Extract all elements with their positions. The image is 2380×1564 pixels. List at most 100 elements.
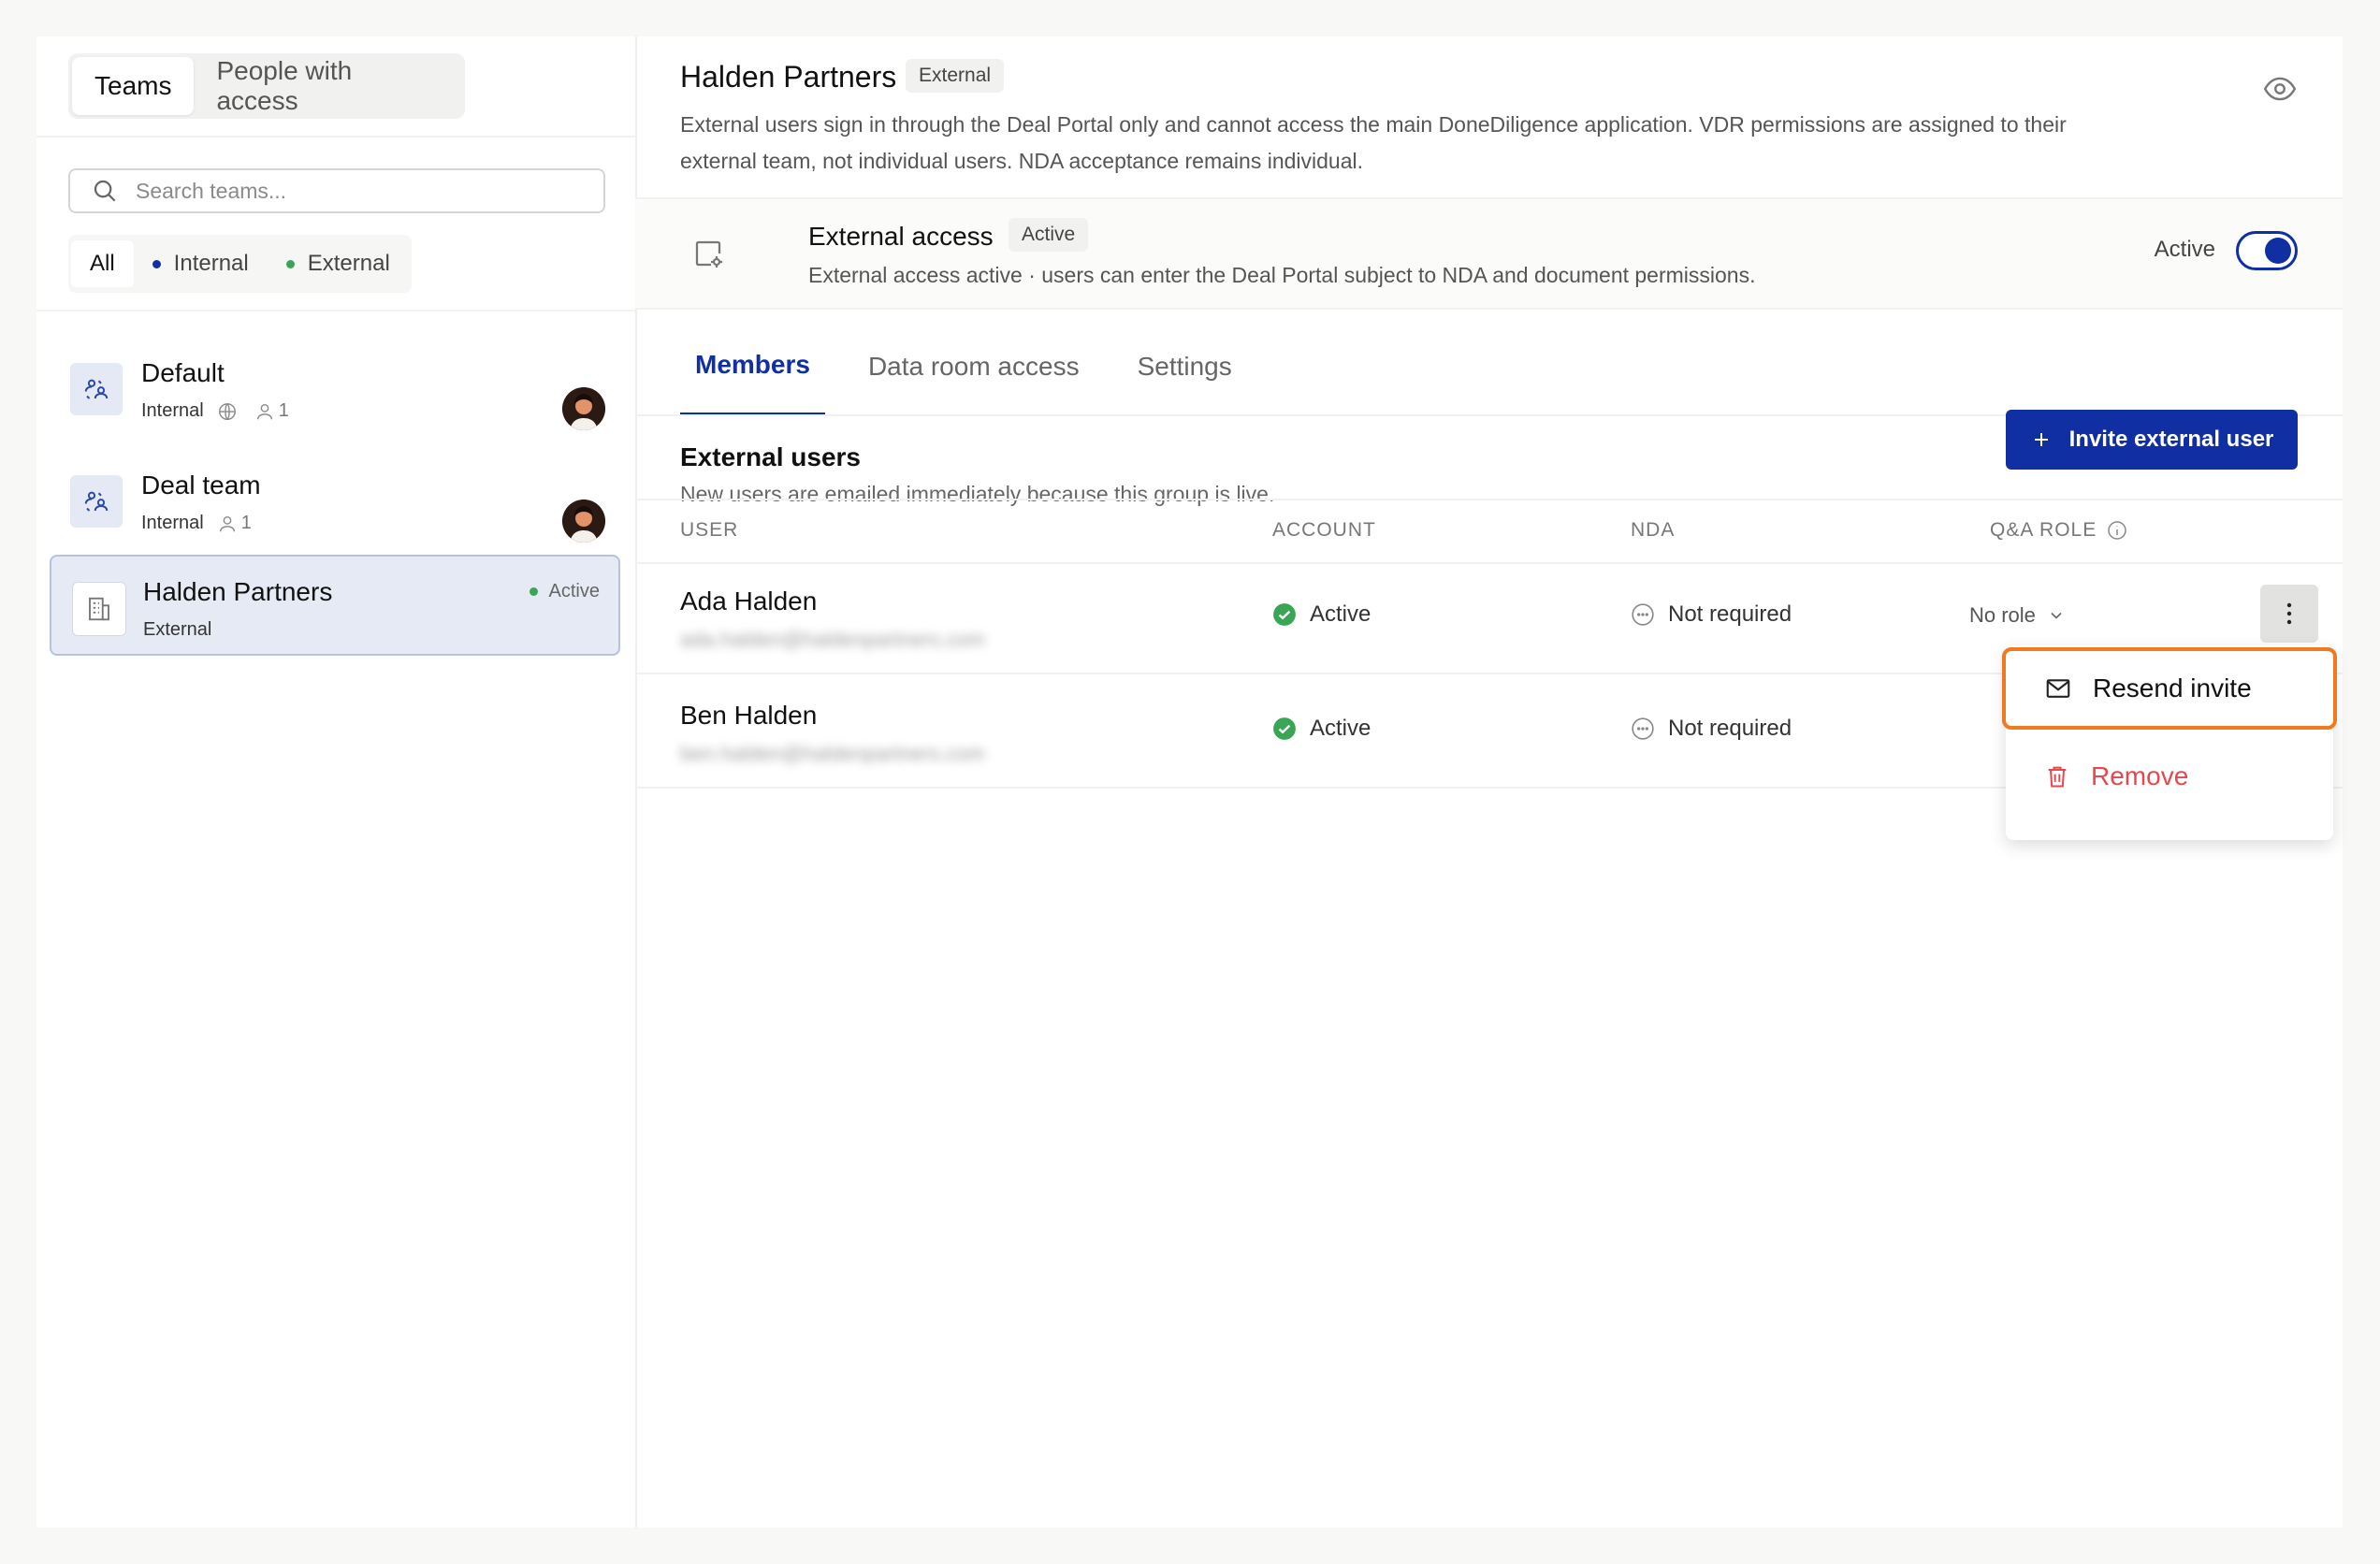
check-circle-icon: [1273, 717, 1296, 740]
qa-role-select[interactable]: No role: [1969, 603, 2066, 628]
menu-item-resend-invite[interactable]: Resend invite: [2002, 647, 2337, 730]
table-header: USER ACCOUNT NDA Q&A ROLE: [635, 499, 2343, 564]
row-actions-button[interactable]: [2260, 585, 2318, 643]
filter-all[interactable]: All: [71, 240, 134, 287]
toggle-knob: [2265, 238, 2291, 264]
internal-dot-icon: [152, 259, 161, 268]
info-icon[interactable]: [2106, 519, 2128, 542]
divider: [36, 310, 635, 311]
filter-internal[interactable]: Internal: [134, 240, 268, 287]
team-description: External users sign in through the Deal …: [680, 112, 2067, 173]
external-access-panel: External access Active External access a…: [635, 197, 2343, 310]
team-type: External: [143, 619, 212, 640]
invite-button-label: Invite external user: [2068, 427, 2274, 452]
section-title: External users: [680, 442, 861, 471]
column-header-nda: NDA: [1631, 519, 1676, 541]
member-count: 1: [254, 400, 289, 422]
team-name: Deal team: [141, 471, 261, 500]
team-type: Internal: [141, 513, 204, 533]
divider: [36, 136, 635, 138]
team-name: Default: [141, 358, 225, 387]
users-icon: [70, 363, 123, 415]
user-email: ben.halden@haldenpartners.com: [680, 742, 985, 765]
filter-all-label: All: [90, 251, 115, 276]
column-header-user: USER: [680, 519, 739, 541]
member-count: 1: [217, 513, 252, 534]
access-status-badge: Active: [1009, 218, 1089, 252]
team-type-filter: All Internal External: [68, 235, 412, 293]
user-name: Ada Halden: [680, 586, 818, 615]
more-circle-icon: [1632, 603, 1654, 626]
team-type: Internal: [141, 400, 204, 421]
chevron-down-icon: [2051, 612, 2062, 619]
menu-item-label: Resend invite: [2093, 673, 2252, 702]
sidebar-view-switch: Teams People with access: [68, 53, 465, 119]
person-icon: [219, 515, 235, 531]
external-dot-icon: [285, 259, 295, 268]
account-status-label: Active: [1310, 716, 1371, 741]
menu-item-label: Remove: [2091, 761, 2189, 790]
tab-people-with-access[interactable]: People with access: [194, 56, 461, 115]
tab-settings[interactable]: Settings: [1123, 317, 1247, 416]
column-header-qa-role-label: Q&A ROLE: [1990, 519, 2097, 541]
filter-internal-label: Internal: [173, 251, 249, 276]
team-meta: Internal 1: [141, 400, 289, 422]
account-status-label: Active: [1310, 601, 1371, 627]
member-count-value: 1: [240, 513, 252, 533]
page-title: Halden Partners: [680, 60, 897, 94]
menu-item-remove[interactable]: Remove: [2006, 741, 2333, 812]
team-name: Halden Partners: [143, 577, 333, 606]
tab-data-room-access[interactable]: Data room access: [853, 317, 1095, 416]
account-status: Active: [1272, 601, 1371, 628]
external-access-toggle[interactable]: [2236, 231, 2298, 270]
tab-teams[interactable]: Teams: [72, 57, 195, 115]
access-toggle-label: Active: [2154, 237, 2215, 262]
invite-external-user-button[interactable]: Invite external user: [2006, 410, 2298, 470]
app-window: Teams People with access All Internal Ex…: [36, 36, 2343, 1528]
row-actions-menu: Resend invite Remove: [2002, 645, 2337, 840]
status-dot-icon: [529, 587, 538, 596]
tab-members[interactable]: Members: [680, 317, 825, 416]
nda-status: Not required: [1631, 601, 1792, 628]
access-title: External access: [808, 222, 994, 251]
user-name: Ben Halden: [680, 701, 818, 730]
column-header-qa-role: Q&A ROLE: [1990, 519, 2128, 542]
team-type-badge: External: [906, 59, 1005, 93]
team-item-halden-partners[interactable]: Halden Partners External Active: [50, 555, 620, 656]
nda-status-label: Not required: [1668, 601, 1792, 627]
nda-status-label: Not required: [1668, 716, 1792, 741]
search-icon: [94, 180, 116, 202]
account-status: Active: [1272, 716, 1371, 742]
sidebar: Teams People with access All Internal Ex…: [36, 36, 637, 1528]
filter-external-label: External: [307, 251, 390, 276]
avatar: [562, 387, 605, 430]
team-item-default[interactable]: Default Internal 1: [50, 338, 620, 439]
column-header-account: ACCOUNT: [1272, 519, 1376, 541]
access-description: External access active · users can enter…: [808, 263, 1756, 287]
user-email: ada.halden@haldenpartners.com: [680, 628, 985, 651]
status-badge: Active: [529, 581, 600, 602]
detail-tabs: Members Data room access Settings: [680, 317, 2343, 416]
search-box[interactable]: [68, 168, 605, 213]
check-circle-icon: [1273, 603, 1296, 626]
team-meta: Internal 1: [141, 513, 252, 534]
team-item-deal-team[interactable]: Deal team Internal 1: [50, 450, 620, 551]
portal-settings-icon: [695, 240, 722, 268]
status-label: Active: [548, 581, 600, 601]
users-icon: [70, 475, 123, 528]
more-circle-icon: [1632, 717, 1654, 740]
building-icon: [72, 582, 126, 636]
qa-role-value: No role: [1969, 603, 2036, 627]
plus-icon: [2034, 433, 2048, 446]
nda-status: Not required: [1631, 716, 1792, 742]
search-input[interactable]: [134, 177, 587, 205]
avatar: [562, 500, 605, 543]
person-icon: [256, 403, 272, 419]
globe-icon: [217, 401, 241, 422]
filter-external[interactable]: External: [268, 240, 409, 287]
member-count-value: 1: [278, 400, 289, 421]
eye-icon[interactable]: [2262, 71, 2298, 107]
mail-icon: [2046, 679, 2070, 698]
kebab-icon: [2286, 602, 2292, 625]
team-meta: External: [143, 619, 211, 641]
